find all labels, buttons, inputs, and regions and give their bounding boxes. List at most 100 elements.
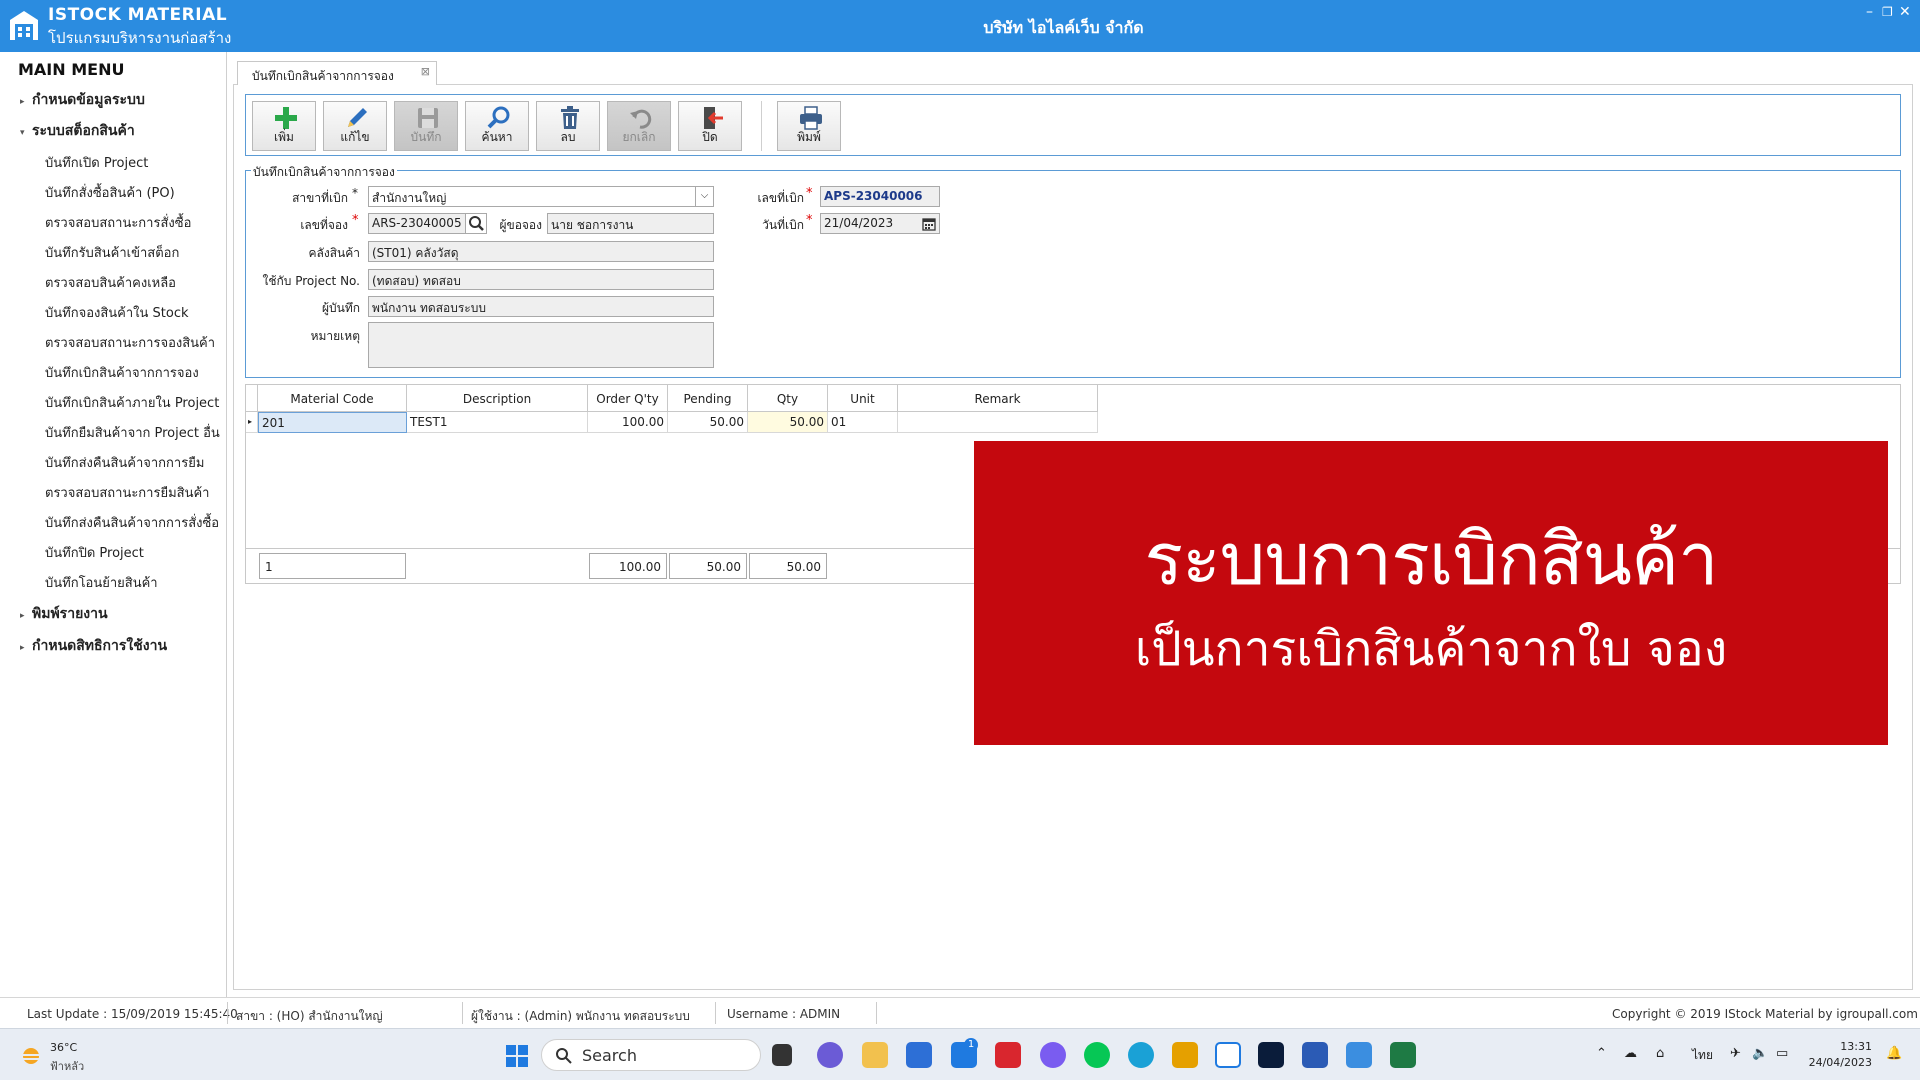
search-button[interactable]: ค้นหา [465, 101, 529, 151]
menu-group-stock-system[interactable]: ▾ ระบบสต็อกสินค้า [20, 120, 135, 142]
total-pending: 50.00 [669, 553, 747, 579]
col-header-order-qty[interactable]: Order Q'ty [588, 385, 668, 412]
menu-item-withdraw-from-booking[interactable]: บันทึกเบิกสินค้าจากการจอง [45, 362, 199, 383]
restore-icon[interactable]: ❐ [1882, 5, 1893, 19]
chat-app-icon[interactable] [817, 1042, 843, 1068]
cancel-button[interactable]: ยกเลิก [607, 101, 671, 151]
language-indicator[interactable]: ไทย [1692, 1046, 1713, 1065]
menu-item-withdraw-in-project[interactable]: บันทึกเบิกสินค้าภายใน Project [45, 392, 219, 413]
photoshop-icon[interactable] [1258, 1042, 1284, 1068]
edge-browser-icon[interactable] [1128, 1042, 1154, 1068]
minimize-icon[interactable]: – [1866, 4, 1873, 20]
project-label: ใช้กับ Project No. [262, 274, 361, 288]
menu-item-po-status[interactable]: ตรวจสอบสถานะการสั่งซื้อ [45, 212, 191, 233]
menu-item-open-project[interactable]: บันทึกเปิด Project [45, 152, 148, 173]
menu-group-permissions[interactable]: ▸ กำหนดสิทธิการใช้งาน [20, 635, 167, 657]
cell-qty[interactable]: 50.00 [748, 412, 828, 433]
weather-sun-icon[interactable] [18, 1043, 44, 1069]
clock-date[interactable]: 24/04/2023 [1806, 1056, 1872, 1069]
notification-bell-icon[interactable]: 🔔 [1886, 1046, 1902, 1061]
recorder-field: พนักงาน ทดสอบระบบ [368, 296, 714, 317]
menu-item-transfer-stock[interactable]: บันทึกโอนย้ายสินค้า [45, 572, 158, 593]
chevron-right-icon: ▸ [20, 97, 25, 107]
branch-select[interactable]: สำนักงานใหญ่ ⌵ [368, 186, 714, 207]
col-header-qty[interactable]: Qty [748, 385, 828, 412]
row-indicator-icon: ▸ [246, 412, 258, 433]
add-button[interactable]: เพิ่ม [252, 101, 316, 151]
warehouse-label: คลังสินค้า [308, 246, 360, 260]
requester-field: นาย ชอการงาน [547, 213, 714, 234]
store-icon[interactable] [906, 1042, 932, 1068]
print-button[interactable]: พิมพ์ [777, 101, 841, 151]
gift-app-icon[interactable] [995, 1042, 1021, 1068]
menu-item-book-stock[interactable]: บันทึกจองสินค้าใน Stock [45, 302, 189, 323]
menu-item-borrow-from-project[interactable]: บันทึกยืมสินค้าจาก Project อื่น [45, 422, 220, 443]
clock-time[interactable]: 13:31 [1812, 1040, 1872, 1053]
menu-item-stock-balance[interactable]: ตรวจสอบสินค้าคงเหลือ [45, 272, 176, 293]
menu-group-system-settings[interactable]: ▸ กำหนดข้อมูลระบบ [20, 89, 145, 111]
cell-description[interactable]: TEST1 [407, 412, 588, 433]
os-taskbar: 36°C ฟ้าหลัว Search 1 ⌃ ☁ ⌂ ไทย ✈ 🔈 ▭ 13… [0, 1028, 1920, 1080]
username-status-text: Username : ADMIN [727, 1007, 841, 1021]
istock-app-icon[interactable] [1215, 1042, 1241, 1068]
requester-label: ผู้ขอจอง [499, 218, 542, 232]
photos-icon[interactable] [1346, 1042, 1372, 1068]
delete-button[interactable]: ลบ [536, 101, 600, 151]
menu-item-purchase-order[interactable]: บันทึกสั่งซื้อสินค้า (PO) [45, 182, 175, 203]
chevron-right-icon: ▸ [20, 643, 25, 653]
col-header-unit[interactable]: Unit [828, 385, 898, 412]
menu-item-return-purchase[interactable]: บันทึกส่งคืนสินค้าจากการสั่งซื้อ [45, 512, 219, 533]
tab-withdraw-from-booking[interactable]: บันทึกเบิกสินค้าจากการจอง ⊠ [237, 61, 437, 85]
booking-no-field[interactable]: ARS-23040005 [368, 213, 466, 234]
menu-item-borrow-status[interactable]: ตรวจสอบสถานะการยืมสินค้า [45, 482, 209, 503]
windows-start-icon[interactable] [506, 1045, 528, 1067]
tab-close-icon[interactable]: ⊠ [421, 65, 430, 78]
close-icon[interactable]: ✕ [1899, 4, 1911, 20]
cell-remark[interactable] [898, 412, 1098, 433]
cell-material-code[interactable]: 201 [258, 412, 407, 433]
company-title: บริษัท ไอไลค์เว็บ จำกัด [983, 18, 1144, 37]
col-header-material-code[interactable]: Material Code [258, 385, 407, 412]
recorder-label: ผู้บันทึก [321, 301, 360, 315]
tab-label: บันทึกเบิกสินค้าจากการจอง [252, 69, 394, 83]
menu-group-reports[interactable]: ▸ พิมพ์รายงาน [20, 603, 108, 625]
remark-label: หมายเหตุ [310, 329, 360, 343]
required-mark: * [806, 213, 813, 228]
menu-item-booking-status[interactable]: ตรวจสอบสถานะการจองสินค้า [45, 332, 215, 353]
file-explorer-icon[interactable] [862, 1042, 888, 1068]
usb-icon[interactable]: ⌂ [1656, 1046, 1664, 1061]
colorful-app-icon[interactable] [1172, 1042, 1198, 1068]
network-icon[interactable]: ✈ [1730, 1046, 1741, 1061]
menu-item-close-project[interactable]: บันทึกปิด Project [45, 542, 144, 563]
excel-icon[interactable] [1390, 1042, 1416, 1068]
col-header-pending[interactable]: Pending [668, 385, 748, 412]
cell-unit[interactable]: 01 [828, 412, 898, 433]
onedrive-icon[interactable]: ☁ [1624, 1046, 1637, 1061]
remark-textarea[interactable] [368, 322, 714, 368]
save-button[interactable]: บันทึก [394, 101, 458, 151]
cell-order-qty[interactable]: 100.00 [588, 412, 668, 433]
tray-chevron-up-icon[interactable]: ⌃ [1596, 1046, 1607, 1061]
sidebar: MAIN MENU ▸ กำหนดข้อมูลระบบ ▾ ระบบสต็อกสิน… [0, 52, 227, 997]
task-view-icon[interactable] [772, 1044, 792, 1066]
notepad-icon[interactable] [1302, 1042, 1328, 1068]
line-app-icon[interactable] [1084, 1042, 1110, 1068]
close-button[interactable]: ปิด [678, 101, 742, 151]
chevron-down-icon[interactable]: ⌵ [695, 187, 713, 206]
cell-pending[interactable]: 50.00 [668, 412, 748, 433]
withdraw-date-field[interactable]: 21/04/2023 [820, 213, 940, 234]
menu-item-return-borrowed[interactable]: บันทึกส่งคืนสินค้าจากการยืม [45, 452, 204, 473]
branch-status-text: สาขา : (HO) สำนักงานใหญ่ [236, 1009, 383, 1023]
col-header-description[interactable]: Description [407, 385, 588, 412]
edit-button[interactable]: แก้ไข [323, 101, 387, 151]
copilot-icon[interactable] [1040, 1042, 1066, 1068]
required-mark: * [806, 186, 813, 201]
col-header-remark[interactable]: Remark [898, 385, 1098, 412]
feature-banner: ระบบการเบิกสินค้า เป็นการเบิกสินค้าจากใบ… [974, 441, 1888, 745]
menu-item-receive-stock[interactable]: บันทึกรับสินค้าเข้าสต็อก [45, 242, 179, 263]
battery-icon[interactable]: ▭ [1776, 1046, 1788, 1061]
booking-lookup-button[interactable] [465, 213, 487, 234]
volume-icon[interactable]: 🔈 [1752, 1046, 1768, 1061]
calendar-icon[interactable] [922, 217, 936, 231]
taskbar-search-box[interactable]: Search [541, 1039, 761, 1071]
